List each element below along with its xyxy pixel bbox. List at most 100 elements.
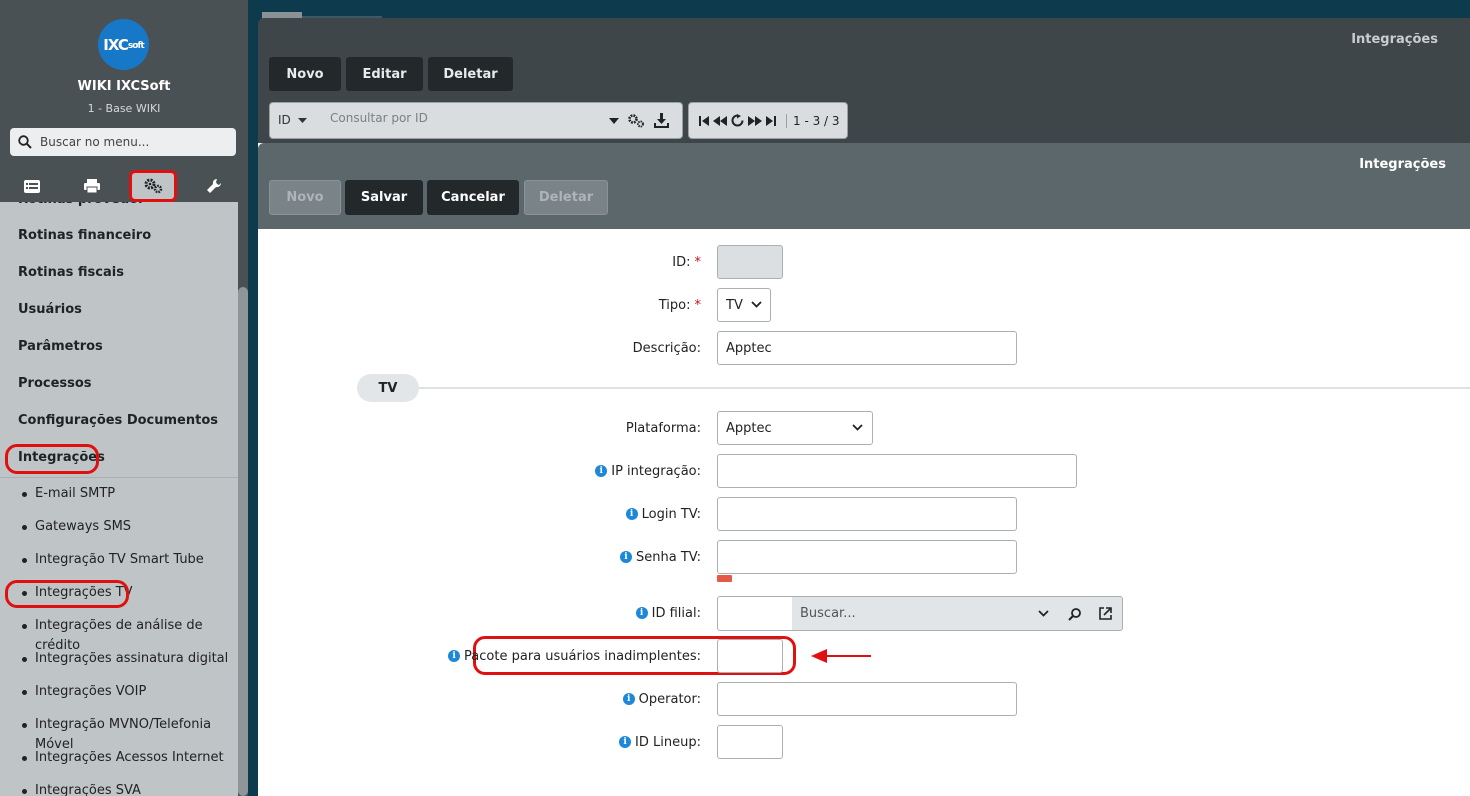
- sub-item-mvno[interactable]: Integração MVNO/Telefonia Móvel: [35, 715, 238, 752]
- list-edit-button[interactable]: Editar: [346, 57, 423, 91]
- login-label: i Login TV:: [625, 497, 701, 531]
- search-field-value: ID: [278, 113, 291, 127]
- save-button[interactable]: Salvar: [345, 180, 423, 215]
- first-page-icon[interactable]: [699, 115, 709, 126]
- gears-icon: [144, 178, 163, 194]
- lineup-input[interactable]: [717, 725, 783, 759]
- search-field-select[interactable]: ID: [278, 113, 307, 127]
- tab-list[interactable]: [8, 172, 56, 200]
- chevron-down-icon[interactable]: [1038, 610, 1049, 617]
- next-page-icon[interactable]: [748, 115, 762, 126]
- filial-id-input[interactable]: [717, 596, 793, 631]
- info-icon[interactable]: i: [595, 465, 608, 477]
- tipo-select[interactable]: TV: [717, 288, 771, 322]
- password-strength-bar: [717, 575, 732, 582]
- plataforma-select[interactable]: Apptec: [717, 411, 873, 445]
- highlight-integracoes-tv: [5, 580, 129, 608]
- pacote-input[interactable]: [717, 639, 783, 673]
- filial-lookup: [792, 596, 1123, 631]
- info-icon[interactable]: i: [622, 693, 635, 705]
- app-subtitle: 1 - Base WIKI: [87, 102, 161, 115]
- menu-search[interactable]: [10, 128, 236, 156]
- ip-input[interactable]: [717, 454, 1077, 488]
- top-bar: [248, 0, 1470, 20]
- form-header: Integrações Novo Salvar Cancelar Deletar: [258, 143, 1470, 229]
- tab-settings[interactable]: [129, 170, 177, 202]
- chevron-down-icon: [852, 424, 863, 431]
- filial-label: i ID filial:: [635, 596, 701, 630]
- senha-label: i Senha TV:: [620, 540, 701, 574]
- required-mark: *: [694, 297, 702, 313]
- menu-search-input[interactable]: [40, 135, 220, 149]
- bullet: [22, 624, 27, 629]
- filial-search-input[interactable]: [800, 606, 1020, 621]
- download-icon[interactable]: [654, 113, 669, 128]
- sub-item-voip[interactable]: Integrações VOIP: [35, 682, 146, 702]
- list-search-input[interactable]: [330, 111, 610, 125]
- info-icon[interactable]: i: [635, 607, 648, 619]
- descricao-input[interactable]: Apptec: [717, 331, 1017, 365]
- list-new-button[interactable]: Novo: [269, 57, 341, 91]
- sub-item-analise-credito[interactable]: Integrações de análise de crédito: [35, 616, 238, 653]
- section-tv-header[interactable]: TV: [357, 374, 419, 402]
- plataforma-label: Plataforma:: [625, 420, 701, 436]
- sub-item-email-smtp[interactable]: E-mail SMTP: [35, 484, 115, 504]
- sub-item-gateways-sms[interactable]: Gateways SMS: [35, 517, 131, 537]
- menu-item-usuarios[interactable]: Usuários: [18, 300, 82, 320]
- bullet: [22, 690, 27, 695]
- tipo-value: TV: [726, 297, 743, 313]
- caret-down-icon[interactable]: [609, 118, 619, 125]
- info-icon[interactable]: i: [448, 650, 461, 662]
- lineup-label: i ID Lineup:: [619, 725, 701, 759]
- pacote-label: i Pacote para usuários inadimplentes:: [448, 639, 701, 673]
- list-delete-button[interactable]: Deletar: [428, 57, 513, 91]
- caret-down-icon: [297, 118, 307, 123]
- last-page-icon[interactable]: [766, 115, 776, 126]
- id-field: [717, 245, 783, 279]
- menu-item-parametros[interactable]: Parâmetros: [18, 337, 103, 357]
- menu-list: Rotinas provedor Rotinas financeiro Roti…: [0, 202, 238, 796]
- refresh-icon[interactable]: [731, 114, 744, 127]
- info-icon[interactable]: i: [619, 736, 632, 748]
- info-icon[interactable]: i: [620, 551, 633, 563]
- form-new-button[interactable]: Novo: [269, 180, 341, 215]
- print-icon: [84, 179, 100, 193]
- sub-item-sva[interactable]: Integrações SVA: [35, 781, 141, 796]
- menu-item-processos[interactable]: Processos: [18, 374, 92, 394]
- form-delete-button[interactable]: Deletar: [524, 180, 608, 215]
- tab-tools[interactable]: [190, 172, 238, 200]
- previous-page-icon[interactable]: [713, 115, 727, 126]
- search-icon[interactable]: [1068, 607, 1082, 621]
- pager-count: 1 - 3 / 3: [786, 113, 840, 128]
- login-input[interactable]: [717, 497, 1017, 531]
- sub-item-assinatura-digital[interactable]: Integrações assinatura digital: [35, 649, 228, 669]
- menu-item-rotinas-provedor[interactable]: Rotinas provedor: [18, 202, 145, 210]
- tab-print[interactable]: [68, 172, 116, 200]
- external-link-icon[interactable]: [1099, 607, 1112, 620]
- ixcsoft-logo: IXC soft: [98, 19, 149, 70]
- operator-input[interactable]: [717, 682, 1017, 716]
- menu-item-configuracoes-documentos[interactable]: Configurações Documentos: [18, 411, 218, 431]
- menu-item-rotinas-financeiro[interactable]: Rotinas financeiro: [18, 226, 151, 246]
- cancel-button[interactable]: Cancelar: [427, 180, 519, 215]
- sub-item-integracao-tv-smart-tube[interactable]: Integração TV Smart Tube: [35, 550, 204, 570]
- gears-icon[interactable]: [627, 114, 645, 128]
- list-panel: Integrações Novo Editar Deletar ID 1 - 3…: [258, 18, 1470, 148]
- info-icon[interactable]: i: [625, 508, 638, 520]
- bullet: [22, 558, 27, 563]
- list-title: Integrações: [1351, 32, 1438, 47]
- bullet: [22, 492, 27, 497]
- chevron-down-icon: [751, 301, 762, 308]
- list-icon: [24, 179, 40, 193]
- sub-item-acessos-internet[interactable]: Integrações Acessos Internet: [35, 748, 224, 768]
- bullet: [22, 789, 27, 794]
- menu-scrollbar-thumb[interactable]: [238, 287, 248, 796]
- form-panel: Integrações Novo Salvar Cancelar Deletar…: [258, 143, 1470, 796]
- senha-input[interactable]: [717, 540, 1017, 574]
- wrench-icon: [207, 178, 222, 193]
- section-divider: [408, 387, 1470, 389]
- operator-label: i Operator:: [622, 682, 701, 716]
- bullet: [22, 525, 27, 530]
- id-label: ID: *: [672, 254, 701, 270]
- menu-item-rotinas-fiscais[interactable]: Rotinas fiscais: [18, 263, 124, 283]
